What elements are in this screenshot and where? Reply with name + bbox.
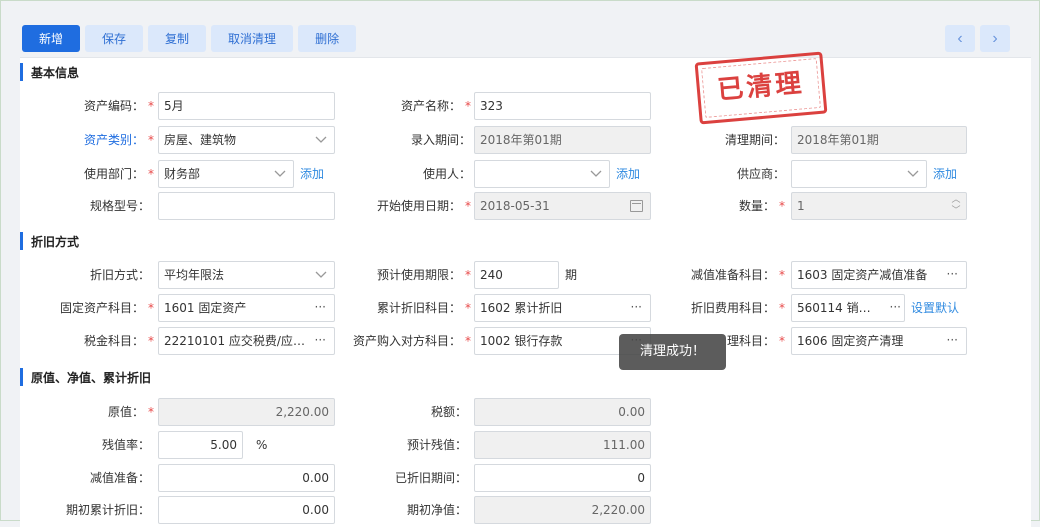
section-basic-label: 基本信息 — [31, 65, 80, 80]
add-user-link[interactable]: 添加 — [616, 160, 640, 188]
impairment-label: 减值准备： — [89, 471, 150, 485]
original-value-label: 原值： * — [107, 405, 154, 419]
impairment-input[interactable]: 0.00 — [158, 464, 335, 492]
cleanup-period-field: 2018年第01期 — [791, 126, 967, 154]
life-unit: 期 — [565, 268, 578, 282]
save-button[interactable]: 保存 — [85, 25, 144, 52]
chevron-down-icon — [314, 127, 328, 153]
residual-rate-label: 残值率： — [101, 438, 150, 452]
chevron-down-icon — [314, 262, 328, 288]
asset-name-label: 资产名称： * — [400, 99, 471, 113]
section-marker — [20, 368, 23, 386]
purchase-account-label: 资产购入对方科目： * — [352, 334, 471, 348]
user-select[interactable] — [474, 160, 610, 188]
fixed-asset-account-label: 固定资产科目： * — [59, 301, 154, 315]
start-date-field: 2018-05-31 — [474, 192, 651, 220]
expense-account-label: 折旧费用科目： * — [690, 301, 785, 315]
add-department-link[interactable]: 添加 — [300, 160, 324, 188]
more-icon[interactable]: ··· — [315, 328, 326, 352]
method-label: 折旧方式： — [89, 268, 150, 282]
more-icon[interactable]: ··· — [947, 328, 958, 352]
section-marker — [20, 232, 23, 250]
start-date-label: 开始使用日期： * — [376, 199, 471, 213]
asset-name-input[interactable]: 323 — [474, 92, 651, 120]
accum-account-label: 累计折旧科目： * — [376, 301, 471, 315]
section-basic-title: 基本信息 — [20, 61, 79, 83]
quantity-label: 数量： * — [738, 199, 785, 213]
more-icon[interactable]: ··· — [947, 262, 958, 286]
toolbar: 新增 保存 复制 取消清理 删除 — [22, 25, 357, 52]
opening-net-label: 期初净值： — [406, 503, 467, 517]
expected-residual-field: 111.00 — [474, 431, 651, 459]
add-supplier-link[interactable]: 添加 — [933, 160, 957, 188]
fixed-asset-account-picker[interactable]: 1601 固定资产 ··· — [158, 294, 335, 322]
section-depreciation-label: 折旧方式 — [31, 234, 80, 249]
opening-accum-label: 期初累计折旧： — [65, 503, 150, 517]
cleanup-period-label: 清理期间： — [724, 133, 785, 147]
app-frame: 新增 保存 复制 取消清理 删除 ‹ › 基本信息 资产编码： * 5月 资产名称… — [0, 0, 1040, 527]
expected-residual-label: 预计残值： — [406, 438, 467, 452]
opening-accum-input[interactable]: 0.00 — [158, 496, 335, 524]
supplier-label: 供应商： — [736, 167, 785, 181]
delete-button[interactable]: 删除 — [298, 25, 357, 52]
section-value-label: 原值、净值、累计折旧 — [31, 370, 152, 385]
new-button[interactable]: 新增 — [22, 25, 81, 52]
tax-amount-label: 税额： — [430, 405, 467, 419]
success-toast: 清理成功！ — [619, 334, 726, 370]
next-record-button[interactable]: › — [980, 25, 1010, 52]
copy-button[interactable]: 复制 — [148, 25, 207, 52]
chevron-down-icon — [273, 161, 287, 187]
chevron-down-icon — [589, 161, 603, 187]
depreciated-periods-input[interactable]: 0 — [474, 464, 651, 492]
spec-label: 规格型号： — [89, 199, 150, 213]
more-icon[interactable]: ··· — [315, 295, 326, 319]
department-select[interactable]: 财务部 — [158, 160, 294, 188]
user-label: 使用人： — [422, 167, 471, 181]
entry-period-label: 录入期间： — [410, 133, 471, 147]
prev-record-button[interactable]: ‹ — [945, 25, 975, 52]
form-card: 基本信息 资产编码： * 5月 资产名称： * 323 资产类别： * 房屋、建筑物 … — [20, 57, 1031, 527]
asset-category-label[interactable]: 资产类别： * — [20, 126, 154, 154]
original-value-field: 2,220.00 — [158, 398, 335, 426]
tax-amount-field: 0.00 — [474, 398, 651, 426]
supplier-select[interactable] — [791, 160, 927, 188]
life-input[interactable]: 240 — [474, 261, 559, 289]
depreciated-periods-label: 已折旧期间： — [394, 471, 467, 485]
cleanup-account-picker[interactable]: 1606 固定资产清理 ··· — [791, 327, 967, 355]
asset-category-select[interactable]: 房屋、建筑物 — [158, 126, 335, 154]
opening-net-field: 2,220.00 — [474, 496, 651, 524]
chevron-down-icon — [906, 161, 920, 187]
more-icon[interactable]: ··· — [890, 295, 901, 319]
impairment-account-picker[interactable]: 1603 固定资产减值准备 ··· — [791, 261, 967, 289]
accum-account-picker[interactable]: 1602 累计折旧 ··· — [474, 294, 651, 322]
calendar-icon — [630, 200, 643, 212]
more-icon[interactable]: ··· — [631, 295, 642, 319]
set-default-link[interactable]: 设置默认 — [911, 294, 959, 322]
stepper-arrows-icon: ︿ ﹀ — [951, 195, 961, 216]
tax-account-picker[interactable]: 22210101 应交税费/应交... ··· — [158, 327, 335, 355]
impairment-account-label: 减值准备科目： * — [690, 268, 785, 282]
section-value-title: 原值、净值、累计折旧 — [20, 366, 151, 388]
method-select[interactable]: 平均年限法 — [158, 261, 335, 289]
tax-account-label: 税金科目： * — [83, 334, 154, 348]
residual-rate-input[interactable]: 5.00 — [158, 431, 243, 459]
section-marker — [20, 63, 23, 81]
life-label: 预计使用期限： * — [376, 268, 471, 282]
quantity-stepper: 1 ︿ ﹀ — [791, 192, 967, 220]
cleared-stamp: 已清理 — [694, 51, 828, 125]
asset-code-input[interactable]: 5月 — [158, 92, 335, 120]
entry-period-field: 2018年第01期 — [474, 126, 651, 154]
cancel-cleanup-button[interactable]: 取消清理 — [211, 25, 294, 52]
department-label: 使用部门： * — [83, 167, 154, 181]
expense-account-picker[interactable]: 560114 销售费... ··· — [791, 294, 905, 322]
spec-input[interactable] — [158, 192, 335, 220]
residual-rate-unit: % — [256, 438, 268, 452]
section-depreciation-title: 折旧方式 — [20, 230, 79, 252]
asset-code-label: 资产编码： * — [83, 99, 154, 113]
